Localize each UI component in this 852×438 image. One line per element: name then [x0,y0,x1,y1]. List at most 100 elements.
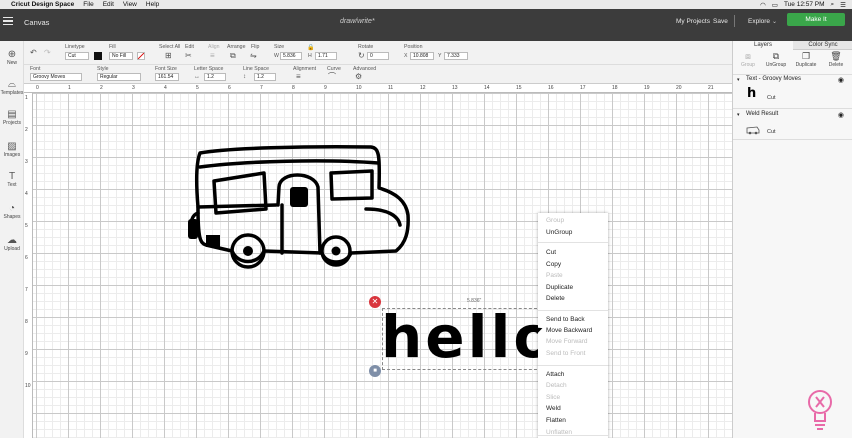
font-size-input[interactable]: 161.54 [155,73,179,81]
x-label: X [404,53,408,59]
font-select[interactable]: Groovy Moves [30,73,82,81]
delete-x-icon[interactable]: ✕ [369,296,381,308]
line-space-icon: ↕ [243,74,246,80]
layer-group-weld[interactable]: ▾ Weld Result ◉ [733,111,852,121]
letter-space-label: Letter Space [194,66,224,72]
curve-icon[interactable]: ⌒ [328,73,336,81]
nav-templates[interactable]: ⌓ Templates [0,79,24,96]
ruler-x-label: 10 [356,85,362,91]
context-item-flatten[interactable]: Flatten [546,417,566,424]
context-item-duplicate[interactable]: Duplicate [546,284,573,291]
context-item-ungroup[interactable]: UnGroup [546,229,572,236]
nav-text[interactable]: T Text [0,171,24,188]
context-item-delete[interactable]: Delete [546,295,565,302]
context-item-cut[interactable]: Cut [546,249,556,256]
context-item-send-to-back[interactable]: Send to Back [546,316,585,323]
tab-color-sync[interactable]: Color Sync [793,41,852,50]
lock-icon[interactable]: ■ [369,365,381,377]
lock-icon[interactable]: 🔒 [307,44,314,52]
nav-shapes[interactable]: ◔ Shapes [0,203,24,220]
shirt-icon: ⌓ [8,79,16,90]
layer-group-name: Text - Groovy Moves [746,76,802,82]
linetype-color-swatch[interactable] [94,52,102,60]
screen: { "macbar":{"app":"Cricut Design Space",… [0,0,852,438]
x-input[interactable]: 10.808 [410,52,434,60]
context-item-attach[interactable]: Attach [546,371,564,378]
nav-upload[interactable]: ☁ Upload [0,235,24,252]
nav-new[interactable]: ⊕ New [0,49,24,66]
font-size-label: Font Size [155,66,177,72]
layer-group-text[interactable]: ▾ Text - Groovy Moves ◉ [733,76,852,86]
rotate-icon[interactable]: ↻ [358,52,365,60]
ruler-x-label: 18 [612,85,618,91]
caret-down-icon[interactable]: ▾ [737,77,740,83]
eye-icon[interactable]: ◉ [838,111,844,119]
my-projects-link[interactable]: My Projects [676,18,710,25]
left-sidebar: ⊕ New ⌓ Templates ▤ Projects ▨ Images T Text … [0,41,24,438]
bus-image[interactable] [186,143,412,273]
edit-label: Edit [185,44,194,50]
select-all-icon[interactable]: ⊞ [165,52,172,60]
eye-icon[interactable]: ◉ [838,76,844,84]
height-input[interactable]: 1.71 [315,52,337,60]
menu-edit[interactable]: Edit [103,1,114,8]
line-space-input[interactable]: 1.2 [254,73,276,81]
ruler-x-label: 15 [516,85,522,91]
fill-select[interactable]: No Fill [109,52,133,60]
images-icon: ▨ [7,141,17,152]
caret-down-icon[interactable]: ▾ [737,112,740,118]
nav-label: New [6,60,17,66]
hamburger-menu-icon[interactable] [3,17,13,27]
ruler-x-label: 16 [548,85,554,91]
panel-divider [733,74,852,75]
flip-icon[interactable]: ⇋ [250,52,257,60]
linetype-select[interactable]: Cut [65,52,89,60]
layer-item-label[interactable]: Cut [767,129,776,135]
style-select[interactable]: Regular [97,73,141,81]
line-space-label: Line Space [243,66,269,72]
canvas-text-hello[interactable]: hello [381,308,556,366]
layer-group-button[interactable]: ⧈ Group [733,51,763,68]
width-input[interactable]: 5.836 [280,52,302,60]
fill-label: Fill [109,44,116,50]
layer-item-label[interactable]: Cut [767,95,776,101]
save-link[interactable]: Save [713,18,728,25]
redo-icon[interactable]: ↷ [44,49,51,57]
explore-dropdown[interactable]: Explore [748,18,770,25]
app-header: Canvas draw/write* My Projects Save Expl… [0,9,852,41]
menu-help[interactable]: Help [146,1,159,8]
make-it-button[interactable]: Make It [787,13,845,26]
nav-label: Shapes [3,214,21,220]
position-label: Position [404,44,423,50]
layer-duplicate-button[interactable]: ❐ Duplicate [791,51,821,68]
letter-space-input[interactable]: 1.2 [204,73,226,81]
menu-file[interactable]: File [83,1,93,8]
y-input[interactable]: 7.333 [444,52,468,60]
nav-projects[interactable]: ▤ Projects [0,109,24,126]
arrange-icon[interactable]: ⧉ [230,52,236,60]
fill-color-swatch[interactable] [137,52,145,60]
nav-images[interactable]: ▨ Images [0,141,24,158]
context-item-copy[interactable]: Copy [546,261,561,268]
rotate-input[interactable]: 0 [367,52,389,60]
app-menu[interactable]: Cricut Design Space [11,1,74,8]
wifi-icon[interactable]: ◠ [760,1,766,9]
context-item-move-backward[interactable]: Move Backward [546,327,592,334]
layer-delete-button[interactable]: 🗑 Delete [821,51,851,68]
align-icon[interactable]: ≡ [210,52,215,60]
context-menu: Group UnGroup Cut Copy Paste Duplicate Delete S… [538,213,608,438]
undo-icon[interactable]: ↶ [30,49,37,57]
battery-icon[interactable]: ▭ [772,1,778,9]
layer-ungroup-button[interactable]: ⧉ UnGroup [761,51,791,68]
duplicate-icon: ❐ [801,51,811,61]
spotlight-icon[interactable]: ⌕ [831,1,835,9]
context-item-weld[interactable]: Weld [546,405,561,412]
tab-layers[interactable]: Layers [733,41,793,50]
notification-icon[interactable]: ☰ [840,1,846,9]
clock[interactable]: Tue 12:57 PM [784,1,825,8]
plus-icon: ⊕ [7,49,17,60]
text-align-icon[interactable]: ≡ [296,73,301,81]
advanced-icon[interactable]: ⚙ [355,73,362,81]
menu-view[interactable]: View [123,1,137,8]
edit-scissors-icon[interactable]: ✂ [185,52,192,60]
